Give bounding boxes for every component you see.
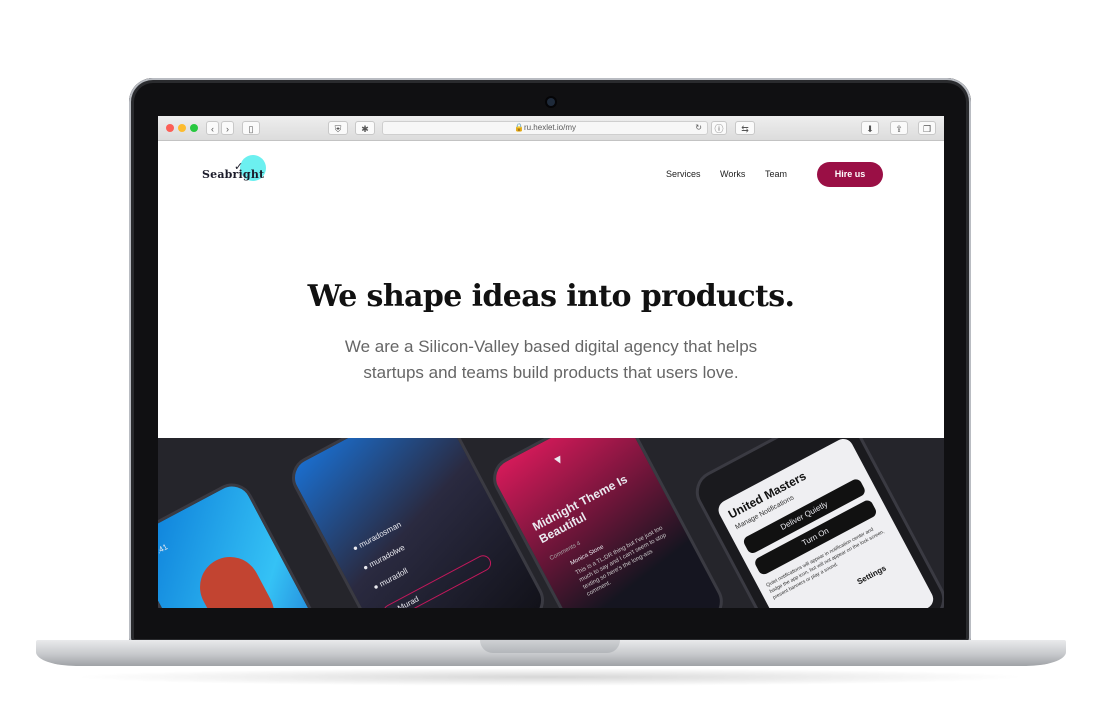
address-bar[interactable]: 🔒ru.hexlet.io/my ↻ [382,121,708,135]
minimize-window-icon[interactable] [178,124,186,132]
reload-icon[interactable]: ↻ [695,122,702,134]
forward-icon[interactable]: › [221,121,234,135]
logo-text: Seabright [202,168,265,181]
laptop-camera [547,98,555,106]
phone1-time: 9:41 [158,542,170,558]
hero-title: We shape ideas into products. [307,279,795,314]
user-row-3: ● muradoll [371,566,410,592]
translate-icon[interactable]: ⇆ [735,121,755,135]
nav-works[interactable]: Works [720,169,745,179]
lock-icon: 🔒 [514,123,524,132]
shield-icon[interactable]: ⛨ [328,121,348,135]
close-window-icon[interactable] [166,124,174,132]
hero-subtitle-line2: startups and teams build products that u… [363,363,739,382]
nav-team[interactable]: Team [765,169,787,179]
site-logo[interactable]: ✓ Seabright [202,155,272,196]
settings-link[interactable]: Settings [856,564,888,587]
url-text: ru.hexlet.io/my [523,123,576,132]
maximize-window-icon[interactable] [190,124,198,132]
person-photo [189,546,285,608]
laptop-shadow [70,668,1030,686]
phone-mockup-4: United Masters Manage Notifications Deli… [688,438,944,608]
extension-icon[interactable]: ✱ [355,121,375,135]
share-icon[interactable]: ⇪ [890,121,908,135]
comment-text: This is a TL;DR thing but I've just too … [574,525,668,598]
browser-toolbar: ‹ › ▯ ⛨ ✱ 🔒ru.hexlet.io/my ↻ ⓘ ⇆ ⬇ ⇪ ❐ [158,116,944,141]
hero-subtitle: We are a Silicon-Valley based digital ag… [321,334,781,386]
tabs-icon[interactable]: ❐ [918,121,936,135]
notification-sheet: United Masters Manage Notifications Deli… [715,438,937,608]
showcase-banner: 9:41 ● muradosman ● muradolwe ● muradoll… [158,438,944,608]
hero-subtitle-line1: We are a Silicon-Valley based digital ag… [344,337,758,356]
article-title: Midnight Theme Is Beautiful [530,471,630,547]
sidebar-toggle-icon[interactable]: ▯ [242,121,260,135]
hire-us-button[interactable]: Hire us [817,162,883,187]
play-icon[interactable]: ▼ [550,451,567,469]
nav-services[interactable]: Services [666,169,701,179]
browser-screen: ‹ › ▯ ⛨ ✱ 🔒ru.hexlet.io/my ↻ ⓘ ⇆ ⬇ ⇪ ❐ ✓… [158,116,944,608]
info-icon[interactable]: ⓘ [711,121,727,135]
download-icon[interactable]: ⬇ [861,121,879,135]
back-icon[interactable]: ‹ [206,121,219,135]
laptop-base-notch [480,640,620,653]
